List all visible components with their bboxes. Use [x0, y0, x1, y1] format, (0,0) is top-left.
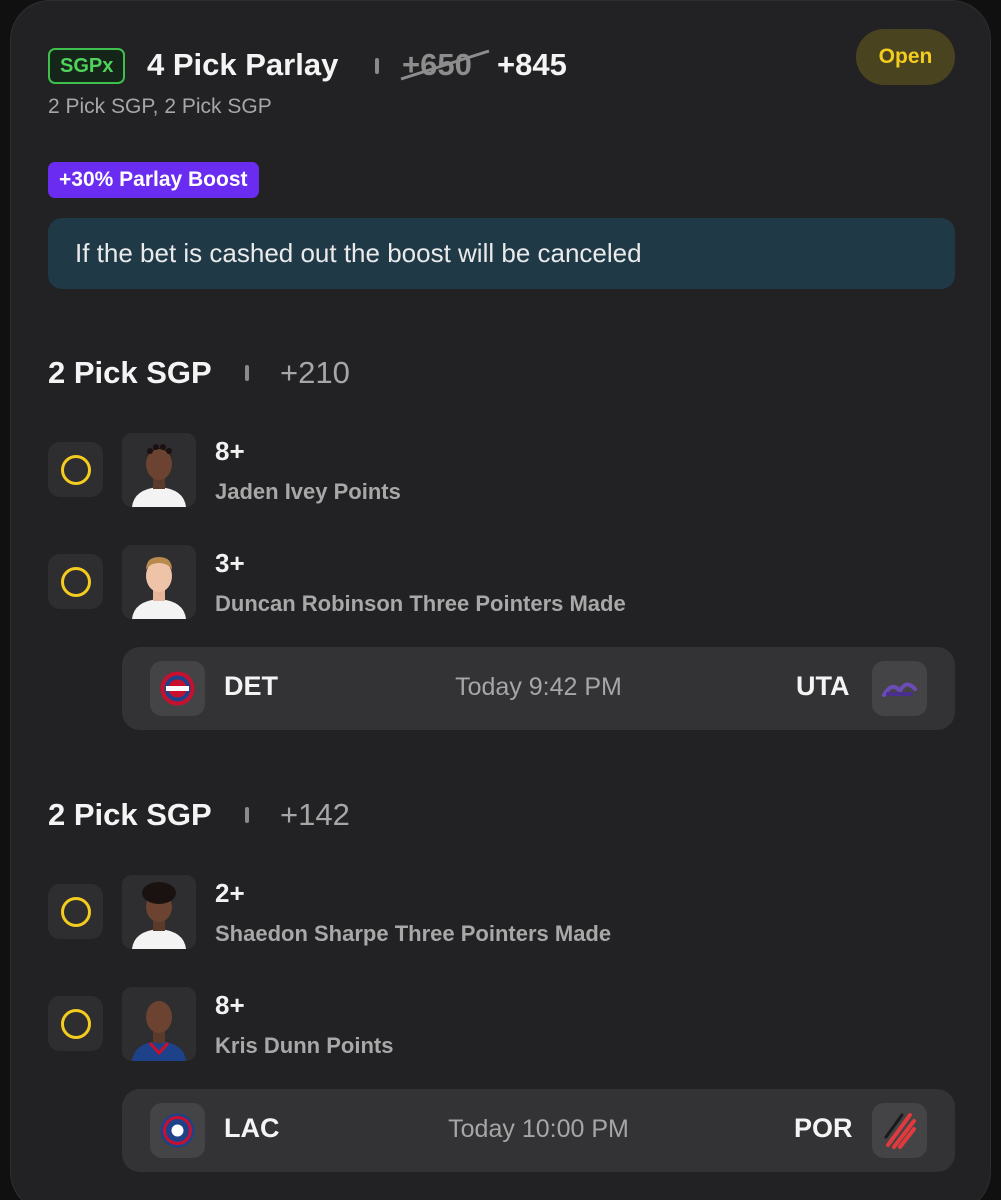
pick-line: 8+ — [215, 436, 245, 466]
player-avatar — [122, 987, 196, 1061]
pick-description: Duncan Robinson Three Pointers Made — [215, 591, 626, 616]
player-avatar — [122, 545, 196, 619]
parlay-subtitle: 2 Pick SGP, 2 Pick SGP — [48, 95, 272, 118]
boosted-odds: +845 — [497, 47, 567, 82]
parlay-title: 4 Pick Parlay — [147, 47, 339, 82]
pick-status — [48, 996, 103, 1051]
section-separator — [245, 807, 249, 823]
player-avatar — [122, 433, 196, 507]
pending-circle-icon — [61, 897, 91, 927]
game-bar[interactable]: DET Today 9:42 PM UTA — [122, 647, 955, 730]
player-headshot-icon — [122, 875, 196, 949]
pending-circle-icon — [61, 1009, 91, 1039]
pick-line: 3+ — [215, 548, 245, 578]
pick-description: Shaedon Sharpe Three Pointers Made — [215, 921, 612, 946]
jazz-logo-icon — [872, 661, 927, 716]
title-separator — [375, 58, 379, 74]
player-avatar — [122, 875, 196, 949]
pick-status — [48, 442, 103, 497]
section-title: 2 Pick SGP — [48, 355, 212, 390]
boost-notice: If the bet is cashed out the boost will … — [48, 218, 955, 289]
pending-circle-icon — [61, 455, 91, 485]
section-title: 2 Pick SGP — [48, 797, 212, 832]
pick-description: Kris Dunn Points — [215, 1033, 394, 1058]
section-separator — [245, 365, 249, 381]
section-odds: +142 — [280, 797, 350, 832]
home-team: POR — [794, 1113, 853, 1143]
game-bar[interactable]: LAC Today 10:00 PM POR — [122, 1089, 955, 1172]
sgpx-badge: SGPx — [48, 48, 126, 84]
pick-line: 8+ — [215, 990, 245, 1020]
pick-status — [48, 554, 103, 609]
pick-line: 2+ — [215, 878, 245, 908]
original-odds: +650 — [402, 47, 472, 82]
blazers-logo-icon — [872, 1103, 927, 1158]
player-headshot-icon — [122, 545, 196, 619]
pick-status — [48, 884, 103, 939]
parlay-card: SGPx 4 Pick Parlay +650 +845 2 Pick SGP,… — [10, 0, 991, 1200]
pick-description: Jaden Ivey Points — [215, 479, 401, 504]
player-headshot-icon — [122, 987, 196, 1061]
player-headshot-icon — [122, 433, 196, 507]
parlay-boost-badge: +30% Parlay Boost — [48, 162, 259, 198]
home-team: UTA — [796, 671, 850, 701]
pending-circle-icon — [61, 567, 91, 597]
section-odds: +210 — [280, 355, 350, 390]
status-badge: Open — [856, 29, 955, 85]
